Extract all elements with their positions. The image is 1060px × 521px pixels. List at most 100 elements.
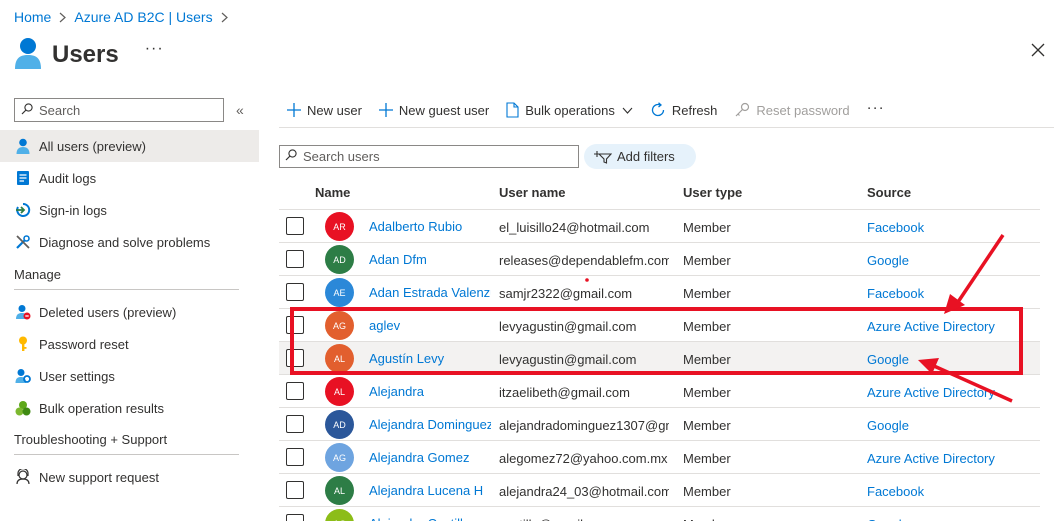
close-icon[interactable] [1030,42,1048,60]
sidebar-item-new-support-request[interactable]: New support request [0,461,259,493]
sidebar-item-password-reset[interactable]: Password reset [0,328,259,360]
plus-icon [287,103,301,117]
audit-log-icon [14,169,32,187]
source-link[interactable]: Google [867,418,909,433]
sidebar-item-label: Deleted users (preview) [39,304,177,320]
new-user-button[interactable]: New user [287,103,362,118]
table-row[interactable]: AC Alejandra Castillo castillo@gmail.com Me… [279,507,1040,521]
user-name-cell: levyagustin@gmail.com [499,319,637,334]
sidebar-item-label: User settings [39,368,115,384]
reset-password-label: Reset password [756,102,850,118]
column-header-source[interactable]: Source [867,185,911,200]
avatar: AL [325,377,354,406]
row-checkbox[interactable] [286,382,304,400]
row-checkbox[interactable] [286,316,304,334]
user-type-cell: Member [683,352,731,367]
source-link[interactable]: Google [867,517,909,521]
table-row[interactable]: AD Alejandra Dominguez alejandradominguez1… [279,408,1040,441]
user-icon [14,137,32,155]
avatar: AD [325,410,354,439]
source-link[interactable]: Azure Active Directory [867,385,995,400]
user-display-name-link[interactable]: Alejandra Lucena H [369,483,491,498]
new-user-label: New user [307,102,362,118]
user-name-cell: alegomez72@yahoo.com.mx [499,451,668,466]
user-display-name-link[interactable]: Adalberto Rubio [369,219,491,234]
user-type-cell: Member [683,220,731,235]
refresh-button[interactable]: Refresh [650,102,718,118]
sidebar-item-audit-logs[interactable]: Audit logs [0,162,259,194]
user-type-cell: Member [683,319,731,334]
row-checkbox[interactable] [286,415,304,433]
user-name-cell: levyagustin@gmail.com [499,352,637,367]
row-checkbox[interactable] [286,448,304,466]
avatar: AL [325,476,354,505]
user-display-name-link[interactable]: Alejandra [369,384,491,399]
table-row[interactable]: AL Alejandra Lucena H alejandra24_03@hotma… [279,474,1040,507]
source-link[interactable]: Google [867,352,909,367]
source-link[interactable]: Google [867,253,909,268]
user-display-name-link[interactable]: Adan Estrada Valenzuela [369,285,491,300]
support-section-header: Troubleshooting + Support [14,432,168,447]
search-users-input[interactable]: Search users [279,145,579,168]
sidebar-item-label: Audit logs [39,170,97,186]
divider [14,454,239,455]
divider [279,127,1054,128]
sidebar-item-label: New support request [39,469,159,485]
new-guest-user-button[interactable]: New guest user [378,103,489,118]
sidebar-item-deleted-users[interactable]: Deleted users (preview) [0,296,259,328]
bulk-operations-button[interactable]: Bulk operations [506,102,633,118]
page-title: Users [52,40,119,68]
table-row[interactable]: AL Alejandra itzaelibeth@gmail.com Member Az… [279,375,1040,408]
table-row[interactable]: AD Adan Dfm releases@dependablefm.com Membe… [279,243,1040,276]
sidebar-item-user-settings[interactable]: User settings [0,360,259,392]
breadcrumb-b2c-users[interactable]: Azure AD B2C | Users [74,9,212,25]
user-display-name-link[interactable]: Alejandra Castillo [369,516,491,521]
table-row[interactable]: AR Adalberto Rubio el_luisillo24@hotmail.c… [279,210,1040,243]
table-row[interactable]: AG aglev levyagustin@gmail.com Member Azure … [279,309,1040,342]
column-header-user-name[interactable]: User name [499,185,565,200]
row-checkbox[interactable] [286,349,304,367]
source-link[interactable]: Azure Active Directory [867,451,995,466]
user-display-name-link[interactable]: Agustín Levy [369,351,491,366]
more-options-button[interactable]: ··· [145,40,164,58]
column-header-name[interactable]: Name [315,185,350,200]
source-link[interactable]: Azure Active Directory [867,319,995,334]
sidebar-item-bulk-results[interactable]: Bulk operation results [0,392,259,424]
bulk-icon [14,399,32,417]
user-display-name-link[interactable]: Alejandra Gomez [369,450,491,465]
user-display-name-link[interactable]: aglev [369,318,491,333]
sidebar-item-diagnose[interactable]: Diagnose and solve problems [0,226,259,258]
table-row[interactable]: AE Adan Estrada Valenzuela samjr2322@gmail… [279,276,1040,309]
sidebar-search-input[interactable]: Search [14,98,224,122]
row-checkbox[interactable] [286,283,304,301]
table-row[interactable]: AG Alejandra Gomez alegomez72@yahoo.com.mx… [279,441,1040,474]
sidebar-item-label: Diagnose and solve problems [39,234,211,250]
more-commands-button[interactable]: ··· [867,99,885,116]
user-name-cell: itzaelibeth@gmail.com [499,385,630,400]
key-icon [735,102,750,117]
row-checkbox[interactable] [286,250,304,268]
breadcrumb-home[interactable]: Home [14,9,51,25]
add-filters-button[interactable]: Add filters [584,144,696,169]
row-checkbox[interactable] [286,481,304,499]
column-header-user-type[interactable]: User type [683,185,742,200]
collapse-sidebar-button[interactable]: « [236,102,244,118]
refresh-label: Refresh [671,102,718,118]
user-name-cell: el_luisillo24@hotmail.com [499,220,650,235]
row-checkbox[interactable] [286,514,304,521]
user-display-name-link[interactable]: Alejandra Dominguez [369,417,491,432]
user-name-cell: samjr2322@gmail.com [499,286,633,301]
source-link[interactable]: Facebook [867,220,924,235]
breadcrumb: Home Azure AD B2C | Users [14,9,236,25]
sidebar-item-all-users[interactable]: All users (preview) [0,130,259,162]
table-row[interactable]: AL Agustín Levy levyagustin@gmail.com Membe… [279,342,1040,375]
key-icon [14,335,32,353]
filter-icon [594,150,612,164]
user-display-name-link[interactable]: Adan Dfm [369,252,491,267]
source-link[interactable]: Facebook [867,286,924,301]
user-type-cell: Member [683,385,731,400]
sidebar-item-sign-in-logs[interactable]: Sign-in logs [0,194,259,226]
row-checkbox[interactable] [286,217,304,235]
reset-password-button[interactable]: Reset password [734,102,850,118]
source-link[interactable]: Facebook [867,484,924,499]
